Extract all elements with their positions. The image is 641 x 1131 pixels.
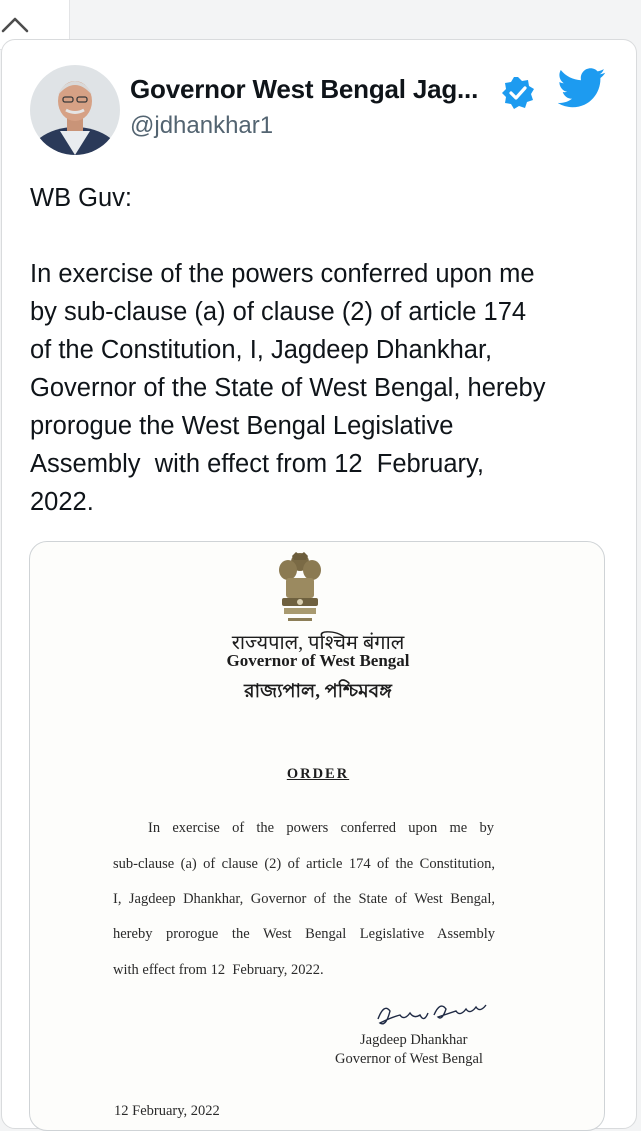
document-line: sub-clause (a) of clause (2) of article … xyxy=(113,856,495,872)
author-name[interactable]: Governor West Bengal Jag... xyxy=(130,74,478,105)
twitter-bird-icon[interactable] xyxy=(558,68,606,108)
chevron-up-icon xyxy=(1,17,29,33)
verified-badge-icon xyxy=(502,77,534,109)
signature xyxy=(377,1004,487,1025)
tweet-text: WB Guv: In exercise of the powers confer… xyxy=(30,179,630,521)
tweet-line: Governor of the State of West Bengal, he… xyxy=(30,374,546,402)
document-line: with effect from 12 February, 2022. xyxy=(113,962,324,978)
state-emblem-icon xyxy=(279,552,321,621)
tweet-line: of the Constitution, I, Jagdeep Dhankhar… xyxy=(30,336,493,364)
tweet-intro: WB Guv: xyxy=(30,184,133,212)
author-handle[interactable]: @jdhankhar1 xyxy=(130,112,273,140)
signatory-name: Jagdeep Dhankhar xyxy=(360,1032,468,1048)
document-line: In exercise of the powers conferred upon… xyxy=(148,820,494,836)
tweet-line: prorogue the West Bengal Legislative xyxy=(30,412,454,440)
tweet-line: In exercise of the powers conferred upon… xyxy=(30,260,535,288)
document-line: hereby prorogue the West Bengal Legislat… xyxy=(113,926,495,942)
tweet-line: 2022. xyxy=(30,488,94,516)
attached-document-image[interactable]: राज्यपाल, पश्चिम बंगाल Governor of West … xyxy=(29,541,605,1131)
document-header-english: Governor of West Bengal xyxy=(226,651,410,670)
document-date: 12 February, 2022 xyxy=(114,1103,220,1119)
signatory-title: Governor of West Bengal xyxy=(335,1051,483,1067)
document-title: ORDER xyxy=(286,766,350,782)
tweet-line: Assembly with effect from 12 February, xyxy=(30,450,484,478)
document-header-bengali: রাজ্যপাল, পশ্চিমবঙ্গ xyxy=(244,681,392,702)
avatar[interactable] xyxy=(30,65,120,155)
document-line: I, Jagdeep Dhankhar, Governor of the Sta… xyxy=(113,891,495,907)
tweet-line: by sub-clause (a) of clause (2) of artic… xyxy=(30,298,527,326)
